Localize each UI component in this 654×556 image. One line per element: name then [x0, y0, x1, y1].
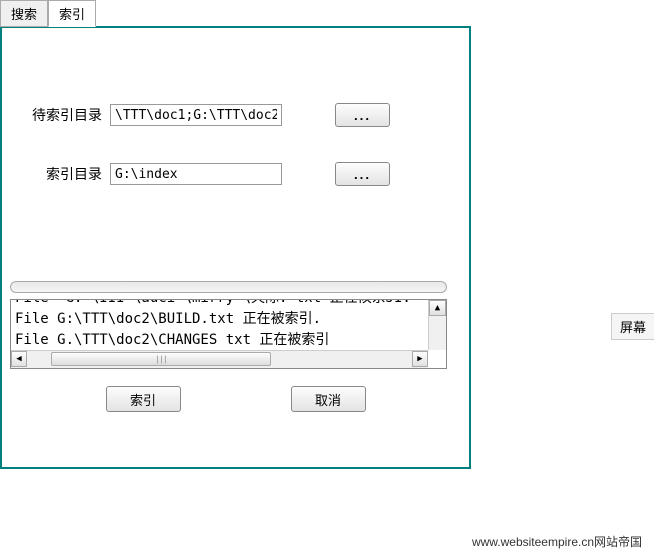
side-label[interactable]: 屏幕: [611, 313, 654, 340]
scroll-up-icon[interactable]: ▲: [429, 300, 446, 316]
progress-area: File G. \III \auci \mirry \央际. txt 正任攸系J…: [10, 281, 447, 369]
pending-dir-input[interactable]: [110, 104, 282, 126]
index-panel: 待索引目录 ... 索引目录 ... File G. \III \auci \m…: [0, 26, 471, 469]
scroll-thumb[interactable]: [51, 352, 271, 366]
action-row: 索引 取消: [2, 386, 469, 412]
log-content: File G. \III \auci \mirry \央际. txt 正任攸系J…: [11, 299, 446, 353]
browse-pending-button[interactable]: ...: [335, 103, 390, 127]
footer-text: www.websiteempire.cn网站帝国: [472, 533, 642, 550]
scroll-right-icon[interactable]: ▶: [412, 351, 428, 367]
index-dir-row: 索引目录 ...: [17, 162, 454, 186]
browse-index-button[interactable]: ...: [335, 162, 390, 186]
scroll-left-icon[interactable]: ◀: [11, 351, 27, 367]
pending-dir-row: 待索引目录 ...: [17, 103, 454, 127]
log-textarea[interactable]: File G. \III \auci \mirry \央际. txt 正任攸系J…: [10, 299, 447, 369]
index-dir-label: 索引目录: [17, 164, 102, 184]
tab-search[interactable]: 搜索: [0, 0, 48, 27]
tab-bar: 搜索 索引: [0, 0, 654, 27]
pending-dir-label: 待索引目录: [17, 105, 102, 125]
index-dir-input[interactable]: [110, 163, 282, 185]
vertical-scrollbar[interactable]: ▲: [428, 300, 446, 350]
cancel-button[interactable]: 取消: [291, 386, 366, 412]
horizontal-scrollbar[interactable]: ◀ ▶: [11, 350, 428, 368]
progress-bar: [10, 281, 447, 293]
index-button[interactable]: 索引: [106, 386, 181, 412]
tab-index[interactable]: 索引: [48, 0, 96, 27]
